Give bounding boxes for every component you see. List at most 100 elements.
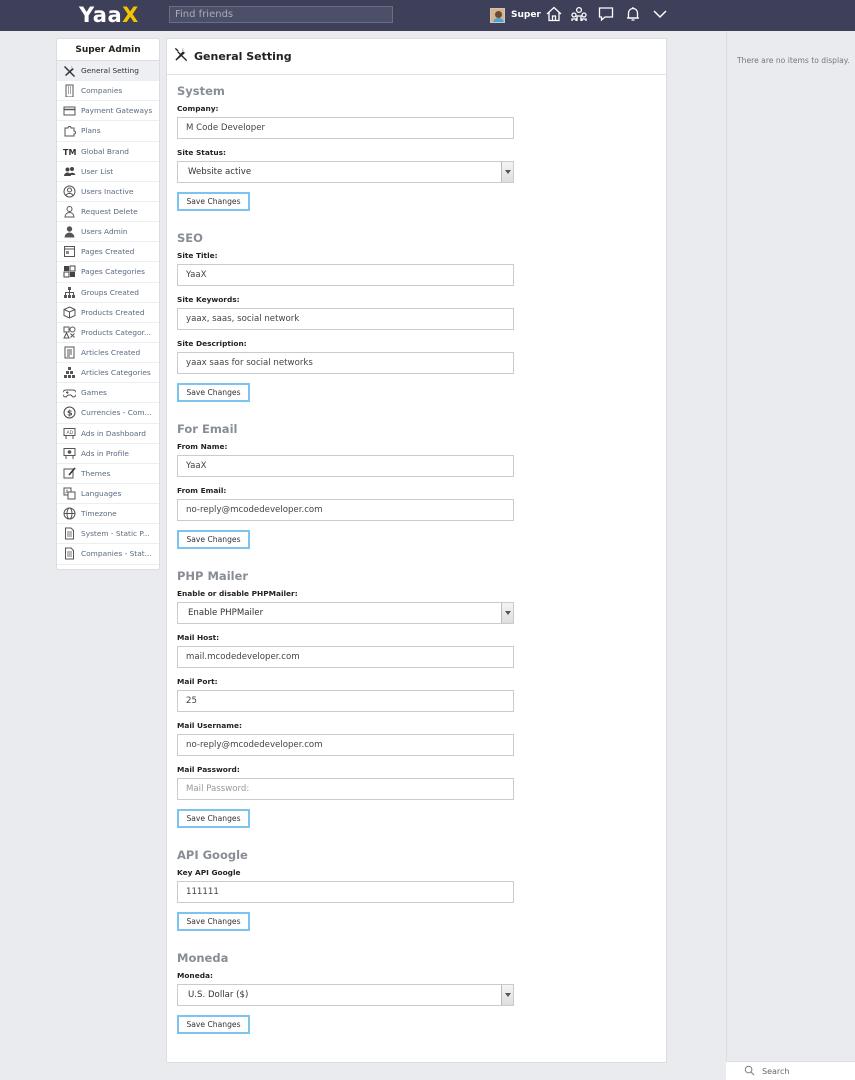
search-label: Search	[762, 1066, 790, 1076]
sidebar-item-pages-categories[interactable]: Pages Categories	[57, 262, 159, 283]
enable-phpmailer-select[interactable]: Enable PHPMailer	[177, 602, 514, 624]
sidebar-item-payment-gateways[interactable]: Payment Gateways	[57, 101, 159, 122]
sidebar-item-label: Products Categor...	[81, 327, 152, 337]
sidebar-item-users-admin[interactable]: Users Admin	[57, 222, 159, 243]
messages-icon[interactable]	[597, 5, 615, 23]
sidebar-item-themes[interactable]: Themes	[57, 464, 159, 484]
sidebar-item-articles-created[interactable]: Articles Created	[57, 343, 159, 364]
save-seo-button[interactable]: Save Changes	[177, 383, 250, 402]
find-friends-input[interactable]: Find friends	[169, 6, 393, 23]
site-status-label: Site Status:	[177, 148, 226, 157]
sidebar-item-articles-categories[interactable]: Articles Categories	[57, 363, 159, 384]
document-icon	[62, 527, 76, 541]
yaax-logo[interactable]: YaaX	[79, 3, 139, 27]
notifications-bell-icon[interactable]	[624, 5, 642, 23]
sidebar-item-timezone[interactable]: Timezone	[57, 504, 159, 525]
company-label: Company:	[177, 104, 219, 113]
sidebar-menu: General Setting Companies Payment Gateways…	[57, 61, 159, 565]
sidebar-item-products-created[interactable]: Products Created	[57, 303, 159, 323]
mail-port-input[interactable]: 25	[177, 690, 514, 712]
from-name-label: From Name:	[177, 442, 228, 451]
sidebar-item-system-static-p[interactable]: System - Static P...	[57, 524, 159, 545]
user-admin-icon	[62, 225, 76, 239]
sidebar-item-ads-in-profile[interactable]: Ads in Profile	[57, 444, 159, 464]
sidebar-item-label: Games	[81, 388, 107, 398]
sidebar-item-request-delete[interactable]: Request Delete	[57, 202, 159, 223]
mail-host-label: Mail Host:	[177, 633, 220, 642]
company-input[interactable]: M Code Developer	[177, 117, 514, 139]
panel-header: General Setting	[167, 39, 666, 75]
page-title: General Setting	[194, 50, 292, 63]
sidebar-title: Super Admin	[57, 39, 159, 61]
save-email-button[interactable]: Save Changes	[177, 530, 250, 549]
section-title-php-mailer: PHP Mailer	[177, 569, 249, 583]
sidebar-item-games[interactable]: Games	[57, 383, 159, 404]
from-email-input[interactable]: no-reply@mcodedeveloper.com	[177, 499, 514, 521]
key-api-google-label: Key API Google	[177, 868, 241, 877]
mail-password-input[interactable]: Mail Password:	[177, 778, 514, 800]
sidebar-item-users-inactive[interactable]: Users Inactive	[57, 182, 159, 202]
sidebar-item-label: Ads in Dashboard	[81, 428, 146, 438]
sidebar-item-plans[interactable]: Plans	[57, 121, 159, 142]
site-description-input[interactable]: yaax saas for social networks	[177, 352, 514, 374]
sidebar-item-label: General Setting	[81, 66, 139, 76]
save-google-button[interactable]: Save Changes	[177, 912, 250, 931]
wrench-icon	[62, 64, 76, 78]
mail-username-input[interactable]: no-reply@mcodedeveloper.com	[177, 734, 514, 756]
moneda-label: Moneda:	[177, 971, 213, 980]
sidebar-item-languages[interactable]: A Languages	[57, 484, 159, 505]
wrench-icon	[173, 46, 190, 67]
user-menu[interactable]: Super	[490, 6, 541, 24]
site-title-input[interactable]: YaaX	[177, 264, 514, 286]
moneda-select[interactable]: U.S. Dollar ($)	[177, 984, 514, 1006]
section-title-seo: SEO	[177, 231, 203, 245]
svg-text:AD: AD	[66, 430, 73, 436]
billboard-icon: AD	[62, 426, 76, 440]
home-icon[interactable]	[545, 5, 563, 23]
from-name-input[interactable]: YaaX	[177, 455, 514, 477]
sidebar-item-label: Users Admin	[81, 227, 128, 237]
gamepad-icon	[62, 386, 76, 400]
svg-text:$: $	[67, 409, 73, 418]
sidebar-item-global-brand[interactable]: TM Global Brand	[57, 142, 159, 162]
chevron-down-icon[interactable]	[651, 5, 669, 23]
sidebar-item-products-categor[interactable]: Products Categor...	[57, 323, 159, 343]
admin-sidebar: Super Admin General Setting Companies Paym…	[56, 38, 160, 570]
globe-icon	[62, 507, 76, 521]
sidebar-item-label: Request Delete	[81, 207, 138, 217]
hierarchy-icon	[62, 285, 76, 299]
enable-phpmailer-label: Enable or disable PHPMailer:	[177, 589, 298, 598]
section-title-moneda: Moneda	[177, 951, 229, 965]
avatar	[490, 7, 505, 23]
svg-text:TM: TM	[63, 148, 76, 157]
key-api-google-input[interactable]: 111111	[177, 881, 514, 903]
sidebar-item-ads-in-dashboard[interactable]: AD Ads in Dashboard	[57, 424, 159, 444]
sidebar-item-groups-created[interactable]: Groups Created	[57, 283, 159, 303]
mail-host-input[interactable]: mail.mcodedeveloper.com	[177, 646, 514, 668]
sidebar-item-user-list[interactable]: User List	[57, 162, 159, 182]
save-mailer-button[interactable]: Save Changes	[177, 809, 250, 828]
site-keywords-input[interactable]: yaax, saas, social network	[177, 308, 514, 330]
section-title-api-google: API Google	[177, 848, 248, 862]
sidebar-item-label: Currencies - Com...	[81, 408, 152, 418]
sidebar-item-pages-created[interactable]: Pages Created	[57, 242, 159, 263]
sidebar-item-label: Products Created	[81, 307, 145, 317]
general-setting-panel: General Setting System Company: M Code D…	[166, 38, 667, 1063]
groups-icon[interactable]	[570, 5, 588, 23]
sidebar-item-label: Pages Created	[81, 247, 135, 257]
chat-search-input[interactable]: Search	[726, 1061, 855, 1080]
chevron-down-icon	[501, 162, 513, 182]
sidebar-item-currencies-com[interactable]: $ Currencies - Com...	[57, 403, 159, 424]
logo-accent: X	[122, 3, 139, 27]
save-moneda-button[interactable]: Save Changes	[177, 1015, 250, 1034]
box-icon	[62, 305, 76, 319]
sidebar-item-general-setting[interactable]: General Setting	[57, 61, 159, 82]
sidebar-item-companies-stat[interactable]: Companies - Stat...	[57, 544, 159, 565]
sidebar-item-companies[interactable]: Companies	[57, 81, 159, 102]
site-status-select[interactable]: Website active	[177, 161, 514, 183]
sidebar-item-label: Pages Categories	[81, 267, 145, 277]
save-system-button[interactable]: Save Changes	[177, 192, 250, 211]
building-icon	[62, 84, 76, 98]
empty-state-text: There are no items to display.	[737, 56, 850, 65]
users-icon	[62, 164, 76, 178]
